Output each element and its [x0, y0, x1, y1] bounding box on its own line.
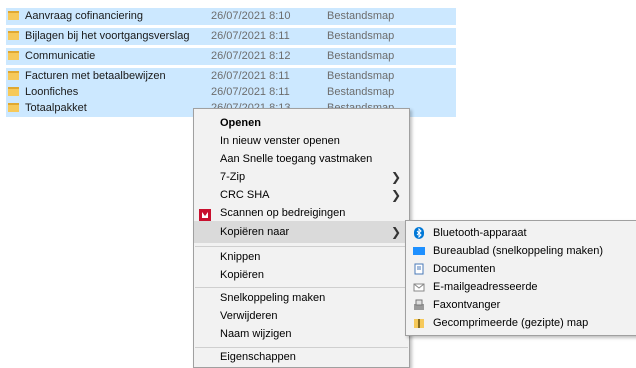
- file-name: Aanvraag cofinanciering: [25, 10, 144, 22]
- file-name: Communicatie: [25, 50, 96, 62]
- file-name: Loonfiches: [25, 86, 79, 98]
- file-date: 26/07/2021 8:11: [211, 70, 290, 82]
- chevron-right-icon: ❯: [390, 225, 401, 239]
- file-date: 26/07/2021 8:12: [211, 50, 291, 62]
- submenu-item-label: Documenten: [433, 263, 496, 275]
- menu-item-copy[interactable]: Kopiëren: [194, 264, 409, 286]
- submenu-item-desktop[interactable]: Bureaublad (snelkoppeling maken): [406, 242, 636, 260]
- file-name: Facturen met betaalbewijzen: [25, 70, 166, 82]
- menu-item-label: Kopiëren: [220, 269, 265, 281]
- file-date: 26/07/2021 8:10: [211, 10, 291, 22]
- folder-icon: [8, 31, 19, 40]
- submenu-item-documents[interactable]: Documenten: [406, 260, 636, 278]
- folder-icon: [8, 87, 19, 96]
- submenu-item-fax-recipient[interactable]: Faxontvanger: [406, 296, 636, 314]
- submenu-item-mail-recipient[interactable]: E-mailgeadresseerde: [406, 278, 636, 296]
- menu-item-rename[interactable]: Naam wijzigen: [194, 323, 409, 345]
- menu-item-properties[interactable]: Eigenschappen: [194, 346, 409, 368]
- copy-to-submenu: Bluetooth-apparaat Bureaublad (snelkoppe…: [405, 220, 636, 336]
- menu-item-label: Kopiëren naar: [220, 226, 290, 238]
- file-name: Bijlagen bij het voortgangsverslag: [25, 30, 190, 42]
- menu-item-label: Naam wijzigen: [220, 328, 292, 340]
- mcafee-shield-icon: [199, 207, 211, 221]
- folder-icon: [8, 103, 19, 112]
- desktop-icon: [413, 245, 425, 257]
- file-name: Totaalpakket: [25, 102, 87, 114]
- menu-item-label: Eigenschappen: [220, 351, 296, 363]
- file-type: Bestandsmap: [327, 30, 395, 42]
- file-type: Bestandsmap: [327, 86, 395, 98]
- zip-folder-icon: [413, 317, 425, 329]
- file-date: 26/07/2021 8:11: [211, 30, 290, 42]
- submenu-item-label: Bluetooth-apparaat: [433, 227, 527, 239]
- file-type: Bestandsmap: [327, 10, 395, 22]
- file-type: Bestandsmap: [327, 70, 395, 82]
- documents-icon: [413, 263, 425, 275]
- bluetooth-icon: [413, 227, 425, 239]
- folder-icon: [8, 71, 19, 80]
- submenu-item-label: Gecomprimeerde (gezipte) map: [433, 317, 589, 329]
- submenu-item-label: Faxontvanger: [433, 299, 501, 311]
- submenu-item-bluetooth[interactable]: Bluetooth-apparaat: [406, 224, 636, 242]
- submenu-item-label: Bureaublad (snelkoppeling maken): [433, 245, 603, 257]
- submenu-item-zip-folder[interactable]: Gecomprimeerde (gezipte) map: [406, 314, 636, 332]
- context-menu: Openen In nieuw venster openen Aan Snell…: [193, 108, 410, 368]
- file-type: Bestandsmap: [327, 50, 395, 62]
- folder-icon: [8, 51, 19, 60]
- submenu-item-label: E-mailgeadresseerde: [433, 281, 538, 293]
- menu-item-copy-to[interactable]: Kopiëren naar ❯: [194, 221, 409, 243]
- mail-icon: [413, 281, 425, 293]
- fax-icon: [413, 299, 425, 311]
- folder-icon: [8, 11, 19, 20]
- file-date: 26/07/2021 8:11: [211, 86, 290, 98]
